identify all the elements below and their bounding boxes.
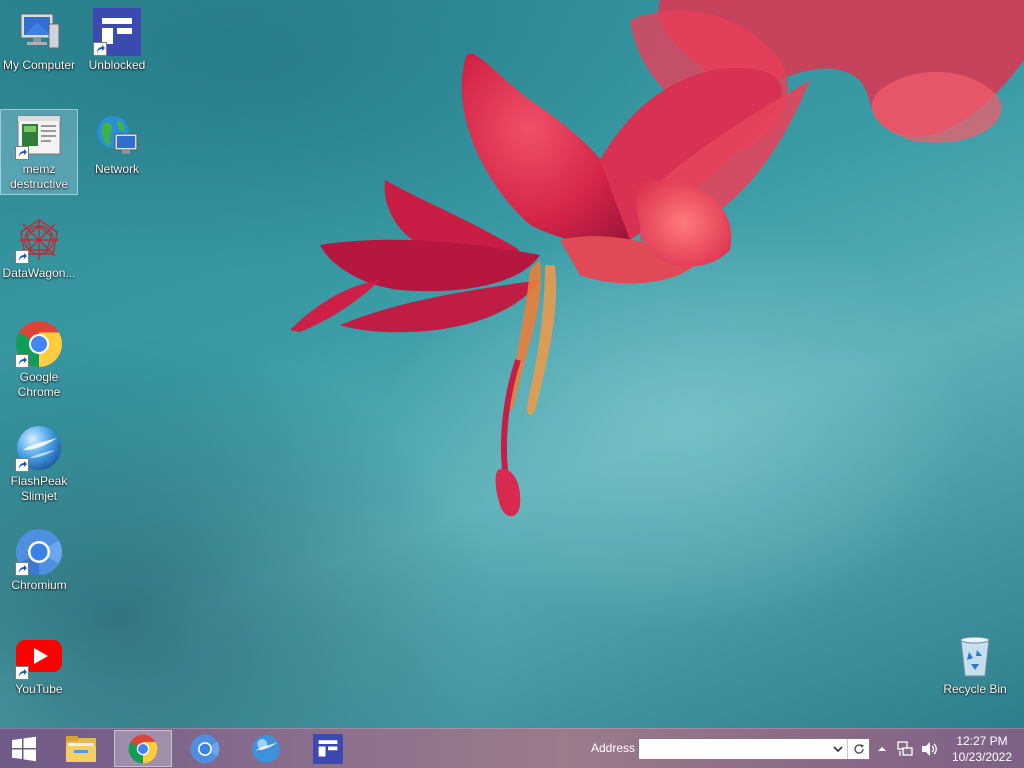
desktop-icon-label: Unblocked — [88, 58, 146, 72]
address-input[interactable] — [639, 739, 829, 759]
desktop-icon-youtube[interactable]: YouTube — [1, 630, 77, 697]
show-hidden-icons-button[interactable] — [875, 741, 889, 757]
network-tray-button[interactable] — [896, 741, 914, 757]
chrome-icon — [128, 734, 158, 763]
taskbar-chromium[interactable] — [176, 730, 234, 767]
address-refresh-button[interactable] — [847, 739, 869, 759]
unblocked-app-icon — [313, 733, 343, 764]
shortcut-arrow-icon — [93, 42, 107, 56]
address-toolbar-label: Address — [591, 741, 636, 755]
desktop-icon-label: Google Chrome — [17, 370, 61, 399]
refresh-icon — [853, 744, 864, 754]
address-toolbar — [638, 738, 870, 760]
taskbar-unblocked[interactable] — [299, 730, 357, 767]
desktop-icon-memz-destructive[interactable]: memz destructive — [0, 109, 78, 195]
shortcut-arrow-icon — [15, 458, 29, 472]
chromium-icon — [190, 734, 220, 763]
taskbar-file-explorer[interactable] — [52, 730, 110, 767]
desktop-icon-datawagon[interactable]: DataWagon... — [1, 214, 77, 281]
volume-tray-button[interactable] — [920, 741, 940, 757]
recycle-bin-icon — [960, 636, 990, 677]
desktop-icon-label: YouTube — [15, 682, 63, 696]
desktop-icon-label: memz destructive — [9, 162, 69, 191]
network-globe-icon — [97, 116, 138, 154]
volume-icon — [922, 742, 937, 756]
address-dropdown-button[interactable] — [829, 739, 847, 759]
clock-date: 10/23/2022 — [951, 750, 1013, 764]
chevron-down-icon — [833, 746, 843, 753]
network-icon — [897, 741, 913, 756]
shortcut-arrow-icon — [15, 562, 29, 576]
desktop-icon-label: My Computer — [2, 58, 76, 72]
desktop-icon-recycle-bin[interactable]: Recycle Bin — [937, 630, 1013, 697]
desktop-icon-label: FlashPeak Slimjet — [10, 474, 68, 503]
taskbar-slimjet[interactable] — [237, 730, 295, 767]
chevron-up-icon — [878, 747, 886, 751]
computer-icon — [20, 13, 60, 49]
desktop[interactable]: My Computer Unblocked memz destructive N… — [0, 0, 1024, 728]
folder-icon — [66, 735, 96, 762]
taskbar: Address 12:27 PM 10/23/2022 — [0, 728, 1024, 768]
shortcut-arrow-icon — [15, 666, 29, 680]
shortcut-arrow-icon — [15, 354, 29, 368]
desktop-icon-unblocked[interactable]: Unblocked — [79, 6, 155, 73]
desktop-icon-my-computer[interactable]: My Computer — [1, 6, 77, 73]
desktop-icon-label: DataWagon... — [2, 266, 76, 280]
desktop-icon-label: Chromium — [11, 578, 67, 592]
taskbar-google-chrome[interactable] — [114, 730, 172, 767]
desktop-icon-chromium[interactable]: Chromium — [1, 526, 77, 593]
windows-logo-icon — [12, 736, 36, 761]
desktop-icon-label: Recycle Bin — [943, 682, 1007, 696]
shortcut-arrow-icon — [15, 250, 29, 264]
desktop-icon-flashpeak-slimjet[interactable]: FlashPeak Slimjet — [1, 422, 77, 504]
start-button[interactable] — [0, 730, 48, 767]
taskbar-clock[interactable]: 12:27 PM 10/23/2022 — [942, 733, 1022, 765]
desktop-icon-network[interactable]: Network — [79, 110, 155, 177]
shortcut-arrow-icon — [15, 146, 29, 160]
clock-time: 12:27 PM — [956, 734, 1008, 748]
desktop-icon-label: Network — [94, 162, 139, 176]
slimjet-icon — [252, 734, 280, 763]
desktop-icon-google-chrome[interactable]: Google Chrome — [1, 318, 77, 400]
